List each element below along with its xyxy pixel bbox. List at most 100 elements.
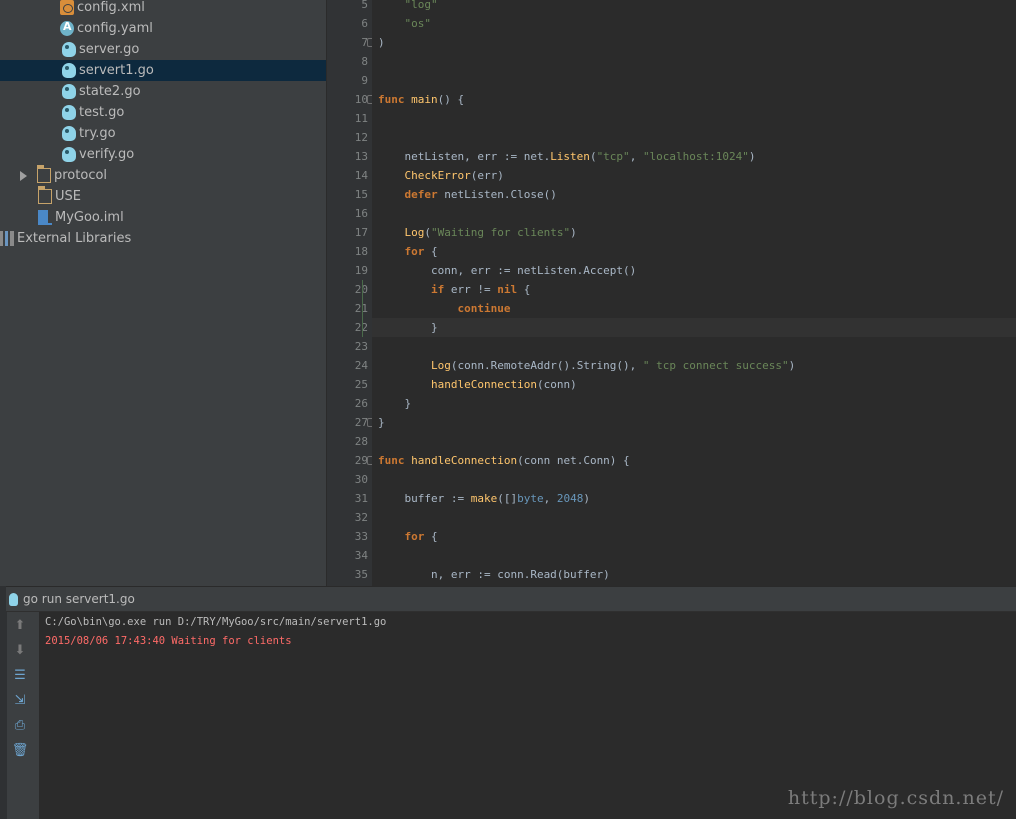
soft-wrap-icon[interactable]: ☰ (12, 667, 28, 683)
code-token: , (629, 150, 643, 163)
tree-item[interactable]: try.go (0, 123, 326, 144)
code-line: "log" (378, 0, 437, 14)
expand-arrow-icon[interactable] (20, 170, 27, 181)
tree-item[interactable]: test.go (0, 102, 326, 123)
scroll-to-end-icon[interactable]: ⇲ (12, 692, 28, 708)
code-token: buffer := (378, 492, 471, 505)
line-number: 8 (361, 55, 368, 68)
code-editor[interactable]: "log" "os") func main() { netListen, err … (372, 0, 1016, 586)
line-number: 15 (354, 188, 368, 201)
go-file-icon (62, 84, 76, 99)
line-number: 11 (354, 112, 368, 125)
go-file-icon (62, 126, 76, 141)
line-number: 10 (354, 93, 368, 106)
code-line: ) (378, 33, 385, 52)
line-number: 33 (354, 530, 368, 543)
line-number: 23 (354, 340, 368, 353)
code-line: buffer := make([]byte, 2048) (378, 489, 589, 508)
trash-icon[interactable]: 🗑 (12, 742, 29, 758)
code-line: netListen, err := net.Listen("tcp", "loc… (378, 147, 755, 166)
line-number: 32 (354, 511, 368, 524)
code-token: Log (430, 359, 451, 372)
line-number: 30 (354, 473, 368, 486)
iml-file-icon (38, 210, 52, 225)
code-token: ) (788, 359, 796, 372)
tree-item[interactable]: External Libraries (0, 228, 326, 249)
code-token: (conn.RemoteAddr().String(), (450, 359, 643, 372)
line-number: 6 (361, 17, 368, 30)
code-line: conn, err := netListen.Accept() (378, 261, 636, 280)
code-token: byte (517, 492, 544, 505)
console-line: 2015/08/06 17:43:40 Waiting for clients (45, 635, 292, 647)
code-token: " tcp connect success" (642, 359, 789, 372)
line-number: 18 (354, 245, 368, 258)
code-token: main (411, 93, 438, 106)
down-arrow-icon[interactable]: ⬇ (12, 642, 28, 658)
line-number: 27 (354, 416, 368, 429)
code-token: if (430, 283, 445, 296)
code-token: "os" (378, 17, 431, 30)
code-line: } (378, 318, 438, 337)
current-line-highlight (372, 318, 1016, 337)
code-token: "localhost:1024" (642, 150, 749, 163)
code-token: for (404, 245, 425, 258)
code-line: n, err := conn.Read(buffer) (378, 565, 610, 584)
code-token: (conn net.Conn) { (517, 454, 630, 467)
code-token: func (378, 454, 412, 467)
run-panel-edge (0, 586, 6, 612)
tree-item[interactable]: MyGoo.iml (0, 207, 326, 228)
code-token: n, err := conn.Read(buffer) (378, 568, 610, 581)
tree-item[interactable]: state2.go (0, 81, 326, 102)
up-arrow-icon[interactable]: ⬆ (12, 617, 28, 633)
code-token: handleConnection (430, 378, 537, 391)
folder-icon (38, 186, 52, 204)
line-number: 16 (354, 207, 368, 220)
line-number: 5 (361, 0, 368, 11)
code-token: () { (437, 93, 465, 106)
folder-icon (37, 165, 51, 183)
tree-item[interactable]: server.go (0, 39, 326, 60)
go-file-icon (62, 105, 76, 120)
tree-item[interactable]: USE (0, 186, 326, 207)
code-token: ) (378, 36, 385, 49)
code-token: func (378, 93, 412, 106)
print-icon[interactable]: ⎙ (12, 717, 28, 733)
code-token: nil (497, 283, 518, 296)
tree-item[interactable]: protocol (0, 165, 326, 186)
xml-file-icon (60, 0, 74, 15)
code-line: func handleConnection(conn net.Conn) { (378, 451, 630, 470)
run-tab-label[interactable]: go run servert1.go (23, 592, 135, 606)
code-token: netListen.Close() (437, 188, 557, 201)
tree-item[interactable]: verify.go (0, 144, 326, 165)
line-number: 26 (354, 397, 368, 410)
libraries-icon (0, 231, 14, 246)
tree-item-label: protocol (54, 168, 108, 183)
code-token: { (517, 283, 531, 296)
code-token: ( (589, 150, 597, 163)
project-tree: config.xml config.yaml server.go servert1.g… (0, 0, 326, 586)
code-token: (err) (470, 169, 504, 182)
code-line: Log(conn.RemoteAddr().String(), " tcp co… (378, 356, 795, 375)
line-number: 31 (354, 492, 368, 505)
code-token: , (543, 492, 557, 505)
code-token: Listen (550, 150, 590, 163)
tree-item-label: servert1.go (79, 63, 154, 78)
tree-item[interactable]: servert1.go (0, 60, 326, 81)
run-toolbar: ⬆ ⬇ ☰ ⇲ ⎙ 🗑 (0, 612, 40, 819)
code-line: for { (378, 242, 438, 261)
tree-item[interactable]: config.xml (0, 0, 326, 18)
tree-item-label: state2.go (79, 84, 141, 99)
line-number: 29 (354, 454, 368, 467)
code-token: make (470, 492, 498, 505)
tree-item[interactable]: config.yaml (0, 18, 326, 39)
code-line: for { (378, 527, 438, 546)
code-token: conn, err := netListen.Accept() (378, 264, 637, 277)
code-line: } (378, 394, 411, 413)
code-token: } (378, 321, 438, 334)
